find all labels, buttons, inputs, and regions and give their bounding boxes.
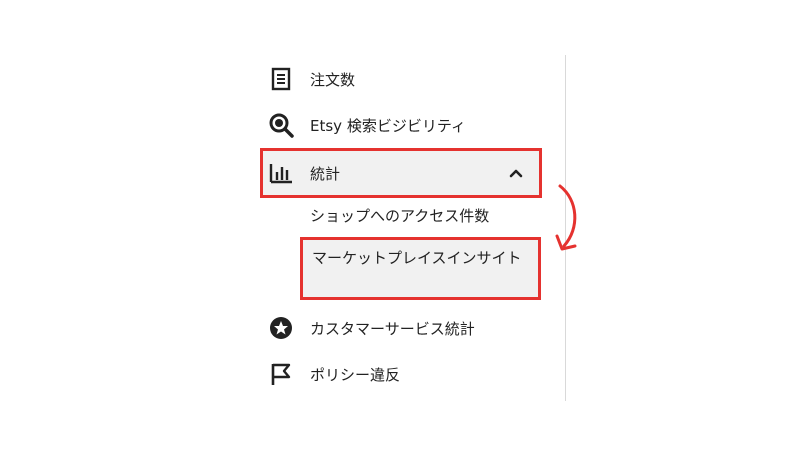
bar-chart-icon xyxy=(268,160,294,186)
flag-icon xyxy=(268,361,294,387)
submenu-item-label: マーケットプレイスインサイト xyxy=(312,249,522,267)
search-magnifier-icon xyxy=(268,112,294,138)
sidebar-item-label: Etsy 検索ビジビリティ xyxy=(310,116,466,135)
sidebar-item-label: カスタマーサービス統計 xyxy=(310,319,475,338)
sidebar-item-policy-violations[interactable]: ポリシー違反 xyxy=(260,354,542,394)
sidebar-item-customer-service-stats[interactable]: カスタマーサービス統計 xyxy=(260,308,542,348)
submenu-item-marketplace-insights[interactable]: マーケットプレイスインサイト xyxy=(300,237,541,300)
sidebar-item-orders[interactable]: 注文数 xyxy=(260,59,542,99)
sidebar-item-label: 統計 xyxy=(310,164,341,183)
sidebar-item-stats[interactable]: 統計 xyxy=(260,148,542,198)
chevron-up-icon[interactable] xyxy=(509,168,523,178)
star-badge-icon xyxy=(268,315,294,341)
annotation-arrow-icon xyxy=(548,180,588,260)
sidebar-item-label: 注文数 xyxy=(310,70,356,89)
sidebar-item-label: ポリシー違反 xyxy=(310,365,401,384)
submenu-item-shop-visits[interactable]: ショップへのアクセス件数 xyxy=(310,205,489,226)
sidebar-item-search-visibility[interactable]: Etsy 検索ビジビリティ xyxy=(260,105,542,145)
order-receipt-icon xyxy=(268,66,294,92)
